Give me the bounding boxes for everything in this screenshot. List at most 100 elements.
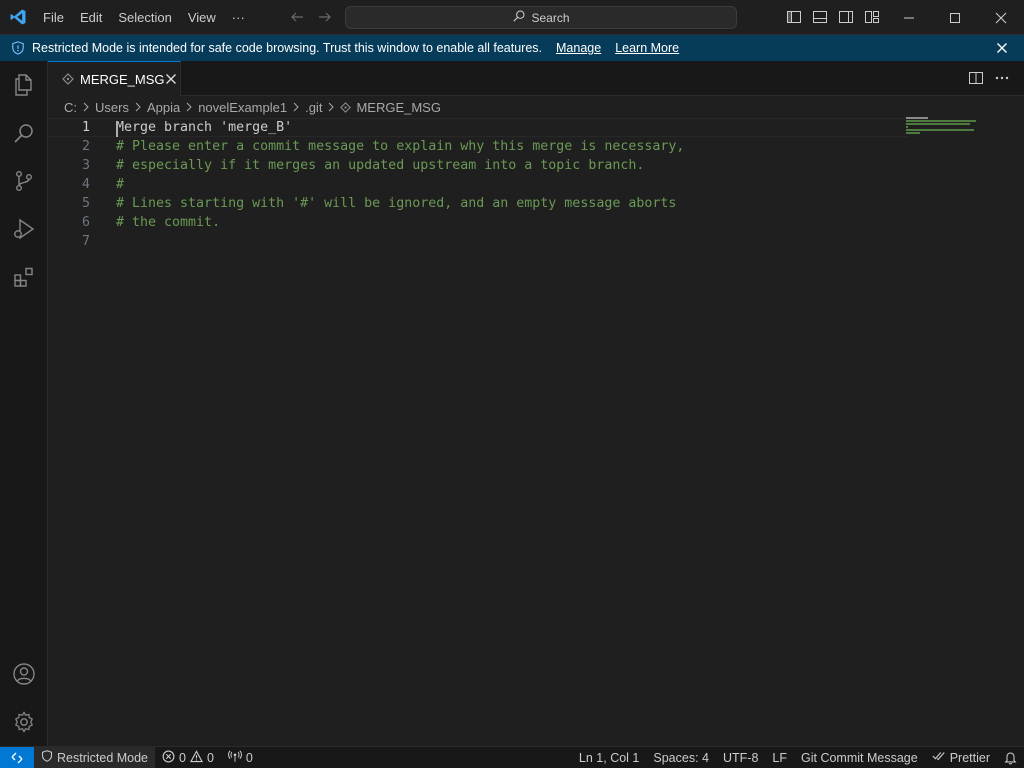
toggle-primary-sidebar-icon[interactable] — [786, 9, 802, 25]
language-mode-status[interactable]: Git Commit Message — [794, 747, 925, 768]
git-file-icon — [62, 73, 74, 85]
toggle-panel-icon[interactable] — [812, 9, 828, 25]
editor-tabs-bar: MERGE_MSG — [48, 61, 1024, 96]
extensions-icon[interactable] — [0, 253, 48, 301]
prettier-label: Prettier — [949, 750, 990, 765]
eol-status[interactable]: LF — [765, 747, 794, 768]
breadcrumb-item[interactable]: novelExample1 — [198, 100, 287, 115]
back-arrow-icon[interactable] — [288, 8, 306, 26]
editor-line: 6 # the commit. — [48, 213, 908, 232]
line-number: 2 — [81, 139, 90, 154]
minimap-line — [906, 126, 908, 128]
menu-selection[interactable]: Selection — [110, 0, 179, 35]
activity-bar — [0, 61, 48, 746]
warning-count: 0 — [206, 750, 214, 765]
double-check-icon — [932, 750, 946, 765]
indentation-status[interactable]: Spaces: 4 — [646, 747, 716, 768]
vscode-logo-icon — [0, 0, 35, 35]
minimap-line — [906, 117, 928, 119]
chevron-right-icon — [133, 102, 143, 112]
split-editor-icon[interactable] — [968, 70, 984, 86]
menu-file[interactable]: File — [35, 0, 72, 35]
breadcrumb-item[interactable]: MERGE_MSG — [356, 100, 441, 115]
notifications-bell-icon[interactable] — [997, 747, 1024, 768]
menu-bar: File Edit Selection View ··· — [35, 0, 253, 35]
toggle-secondary-sidebar-icon[interactable] — [838, 9, 854, 25]
minimap-line — [906, 120, 976, 122]
more-actions-icon[interactable] — [994, 70, 1010, 86]
chevron-right-icon — [326, 102, 336, 112]
breadcrumb: C: Users Appia novelExample1 .git MERGE_… — [64, 97, 441, 117]
close-window-icon[interactable] — [978, 0, 1024, 35]
broadcast-icon — [227, 749, 242, 766]
editor-actions — [968, 70, 1010, 86]
breadcrumb-item[interactable]: Appia — [147, 100, 180, 115]
search-label: Search — [531, 10, 570, 25]
remote-indicator-button[interactable] — [0, 746, 34, 768]
line-text: # Please enter a commit message to expla… — [116, 139, 685, 154]
menu-edit[interactable]: Edit — [72, 0, 110, 35]
source-control-icon[interactable] — [0, 157, 48, 205]
minimap-line — [906, 123, 970, 125]
explorer-icon[interactable] — [0, 61, 48, 109]
run-and-debug-icon[interactable] — [0, 205, 48, 253]
status-bar: Restricted Mode 0 0 0 Ln 1, Col 1 Spaces… — [0, 746, 1024, 768]
minimap-line — [906, 129, 974, 131]
command-center-search[interactable]: Search — [345, 6, 737, 29]
line-number: 6 — [81, 215, 90, 230]
banner-message: Restricted Mode is intended for safe cod… — [32, 41, 542, 55]
restricted-mode-label: Restricted Mode — [57, 750, 149, 765]
prettier-status[interactable]: Prettier — [925, 747, 997, 768]
ports-status[interactable]: 0 — [221, 747, 260, 768]
tab-label: MERGE_MSG — [80, 71, 165, 87]
line-number: 5 — [81, 196, 90, 211]
line-text: # Lines starting with '#' will be ignore… — [116, 196, 677, 211]
settings-gear-icon[interactable] — [0, 698, 48, 746]
accounts-icon[interactable] — [0, 650, 48, 698]
line-text: # especially if it merges an updated ups… — [116, 158, 645, 173]
line-number: 3 — [81, 158, 90, 173]
error-icon — [162, 750, 175, 766]
git-file-icon — [340, 101, 352, 113]
layout-controls — [786, 9, 880, 25]
ports-count: 0 — [245, 750, 253, 765]
encoding-status[interactable]: UTF-8 — [716, 747, 765, 768]
customize-layout-icon[interactable] — [864, 9, 880, 25]
minimap[interactable] — [906, 117, 986, 137]
manage-link[interactable]: Manage — [556, 41, 601, 55]
menu-view[interactable]: View — [180, 0, 224, 35]
shield-icon — [41, 750, 53, 765]
minimize-icon[interactable] — [886, 0, 932, 35]
code-editor[interactable]: 1 Merge branch 'merge_B' 2 # Please ente… — [48, 117, 1024, 746]
breadcrumb-item[interactable]: .git — [305, 100, 322, 115]
line-number: 4 — [81, 177, 90, 192]
editor-line: 7 — [48, 232, 908, 251]
chevron-right-icon — [81, 102, 91, 112]
search-view-icon[interactable] — [0, 109, 48, 157]
menu-more[interactable]: ··· — [224, 0, 253, 35]
problems-status[interactable]: 0 0 — [155, 747, 221, 768]
chevron-right-icon — [184, 102, 194, 112]
editor-line: 1 Merge branch 'merge_B' — [48, 118, 908, 137]
close-tab-icon[interactable] — [165, 71, 177, 87]
restricted-mode-banner: Restricted Mode is intended for safe cod… — [0, 35, 1024, 61]
shield-icon — [10, 40, 26, 56]
editor-line: 4 # — [48, 175, 908, 194]
line-number: 1 — [81, 120, 90, 135]
status-bar-right: Ln 1, Col 1 Spaces: 4 UTF-8 LF Git Commi… — [572, 747, 1024, 768]
breadcrumb-item[interactable]: Users — [95, 100, 129, 115]
learn-more-link[interactable]: Learn More — [615, 41, 679, 55]
forward-arrow-icon[interactable] — [316, 8, 334, 26]
warning-icon — [189, 749, 203, 766]
maximize-icon[interactable] — [932, 0, 978, 35]
restricted-mode-status[interactable]: Restricted Mode — [34, 746, 156, 768]
minimap-line — [906, 132, 920, 134]
editor-line: 5 # Lines starting with '#' will be igno… — [48, 194, 908, 213]
breadcrumb-item[interactable]: C: — [64, 100, 77, 115]
editor-line: 2 # Please enter a commit message to exp… — [48, 137, 908, 156]
close-banner-icon[interactable] — [994, 40, 1010, 56]
line-text: # — [116, 177, 125, 192]
line-number: 7 — [81, 234, 90, 249]
tab-merge-msg[interactable]: MERGE_MSG — [48, 61, 181, 96]
cursor-position-status[interactable]: Ln 1, Col 1 — [572, 747, 646, 768]
